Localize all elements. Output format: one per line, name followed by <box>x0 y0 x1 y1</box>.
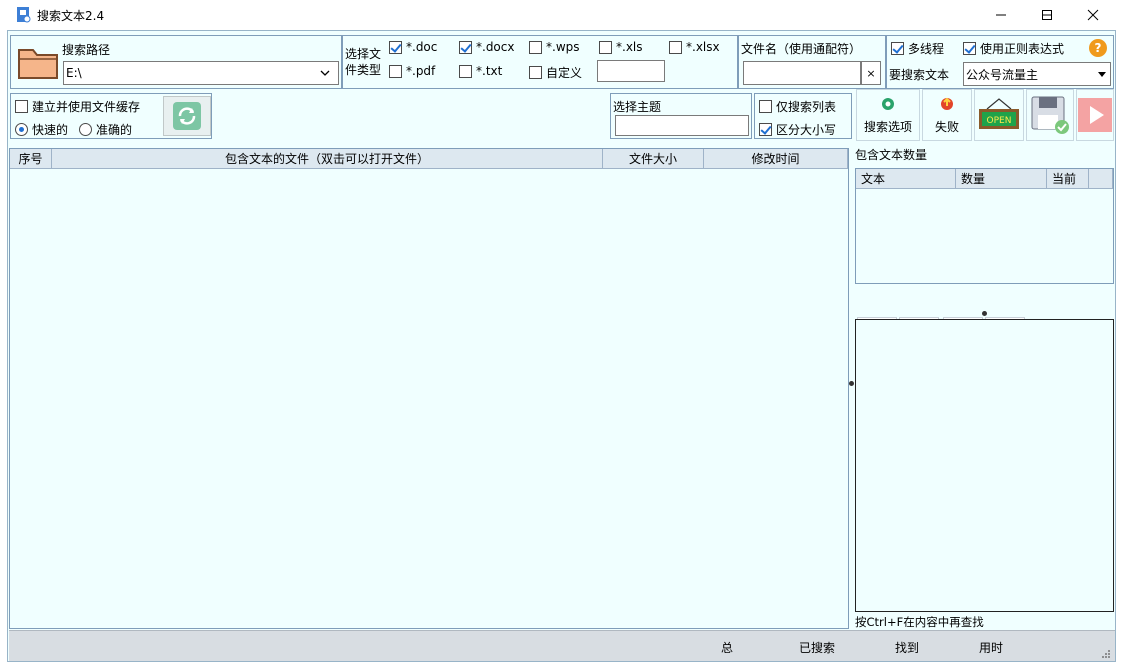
count-header-filler <box>1089 169 1113 189</box>
theme-input[interactable] <box>615 115 749 136</box>
fast-option[interactable]: 快速的 <box>15 121 68 138</box>
close-button[interactable] <box>1070 0 1116 30</box>
path-panel: 搜索路径 E:\ <box>10 35 342 89</box>
refresh-icon <box>173 102 201 130</box>
column-header-modified[interactable]: 修改时间 <box>704 149 848 169</box>
find-hint: 按Ctrl+F在内容中再查找 <box>855 615 984 629</box>
search-options-button[interactable]: 搜索选项 <box>856 89 920 141</box>
status-total: 总 <box>721 641 734 655</box>
count-panel-title: 包含文本数量 <box>855 148 928 162</box>
xls-checkbox[interactable] <box>599 40 612 54</box>
filename-input[interactable] <box>743 61 861 85</box>
count-table[interactable]: 文本 数量 当前 <box>855 168 1114 284</box>
column-header-file[interactable]: 包含文本的文件（双击可以打开文件） <box>52 149 603 169</box>
filetype-label: 选择文件类型 <box>345 47 382 77</box>
play-icon <box>1078 98 1112 132</box>
save-button[interactable] <box>1026 89 1074 141</box>
help-icon[interactable]: ? <box>1089 39 1107 57</box>
search-text-label: 要搜索文本 <box>889 68 950 82</box>
regex-checkbox[interactable] <box>963 42 976 55</box>
search-list-panel: 仅搜索列表 区分大小写 <box>754 93 852 139</box>
accurate-option[interactable]: 准确的 <box>79 121 132 138</box>
resize-grip-icon <box>1102 650 1110 658</box>
path-label: 搜索路径 <box>62 43 111 57</box>
filename-label: 文件名（使用通配符） <box>741 42 862 56</box>
docx-checkbox[interactable] <box>459 40 472 54</box>
case-checkbox[interactable] <box>759 123 772 136</box>
refresh-button[interactable] <box>163 96 211 136</box>
chevron-down-icon <box>320 70 330 76</box>
filetype-xls[interactable]: *.xls <box>599 40 643 54</box>
theme-panel: 选择主题 <box>610 93 752 139</box>
filetype-docx[interactable]: *.docx <box>459 40 514 54</box>
only-list-option[interactable]: 仅搜索列表 <box>759 98 836 115</box>
filetype-xlsx[interactable]: *.xlsx <box>669 40 720 54</box>
filetype-pdf[interactable]: *.pdf <box>389 64 435 78</box>
minimize-button-real[interactable] <box>978 0 1024 30</box>
filename-panel: 文件名（使用通配符） × <box>738 35 886 89</box>
count-header-text[interactable]: 文本 <box>856 169 956 189</box>
content-preview[interactable] <box>855 319 1114 612</box>
only-list-checkbox[interactable] <box>759 100 772 113</box>
count-header-number[interactable]: 数量 <box>956 169 1047 189</box>
folder-icon <box>18 49 58 79</box>
path-value: E:\ <box>66 66 82 80</box>
clear-filename-button[interactable]: × <box>861 61 881 85</box>
wps-checkbox[interactable] <box>529 40 542 54</box>
status-found: 找到 <box>895 641 920 655</box>
xlsx-checkbox[interactable] <box>669 40 682 54</box>
filetype-custom[interactable]: 自定义 <box>529 64 582 81</box>
filetype-txt[interactable]: *.txt <box>459 64 502 78</box>
filetype-panel: 选择文件类型 *.doc *.docx *.wps *.xls *.xlsx *… <box>342 35 738 89</box>
custom-checkbox[interactable] <box>529 66 542 79</box>
filetype-doc[interactable]: *.doc <box>389 40 437 54</box>
gear-icon <box>882 97 894 110</box>
save-icon <box>1031 96 1069 134</box>
splitter-handle[interactable] <box>849 381 854 386</box>
status-bar: 总 已搜索 找到 用时 <box>9 630 1115 661</box>
filetype-wps[interactable]: *.wps <box>529 40 580 54</box>
minimize-icon <box>996 14 1006 16</box>
custom-ext-input[interactable] <box>597 60 665 82</box>
cache-option[interactable]: 建立并使用文件缓存 <box>15 98 140 115</box>
regex-option[interactable]: 使用正则表达式 <box>963 40 1064 57</box>
fail-button[interactable]: 失败 <box>922 89 972 141</box>
case-option[interactable]: 区分大小写 <box>759 121 836 138</box>
pdf-checkbox[interactable] <box>389 64 402 78</box>
accurate-radio[interactable] <box>79 123 92 136</box>
cache-checkbox[interactable] <box>15 100 28 113</box>
close-icon <box>1087 9 1099 21</box>
search-text-combobox[interactable]: 公众号流量主 <box>963 62 1111 86</box>
cache-panel: 建立并使用文件缓存 快速的 准确的 <box>10 93 212 139</box>
maximize-button[interactable] <box>1024 0 1070 30</box>
fast-radio[interactable] <box>15 123 28 136</box>
options-panel: 多线程 使用正则表达式 ? 要搜索文本 公众号流量主 <box>886 35 1114 89</box>
open-button[interactable]: OPEN <box>974 89 1024 141</box>
search-text-value: 公众号流量主 <box>966 67 1039 82</box>
open-sign-icon: OPEN <box>979 98 1019 129</box>
maximize-icon <box>1042 10 1052 20</box>
open-sign-text: OPEN <box>987 116 1012 126</box>
results-table[interactable]: 序号 包含文本的文件（双击可以打开文件） 文件大小 修改时间 <box>9 148 849 629</box>
start-search-button[interactable] <box>1076 89 1114 141</box>
column-header-index[interactable]: 序号 <box>10 149 52 169</box>
doc-checkbox[interactable] <box>389 40 402 54</box>
status-searched: 已搜索 <box>799 641 836 655</box>
column-header-size[interactable]: 文件大小 <box>603 149 704 169</box>
app-icon <box>17 7 31 23</box>
multithread-checkbox[interactable] <box>891 42 904 55</box>
dropdown-arrow-icon <box>1098 72 1106 77</box>
path-combobox[interactable]: E:\ <box>63 61 339 85</box>
theme-label: 选择主题 <box>613 100 662 114</box>
multithread-option[interactable]: 多线程 <box>891 40 944 57</box>
status-time: 用时 <box>979 641 1004 655</box>
folder-button[interactable] <box>17 42 61 82</box>
count-header-current[interactable]: 当前 <box>1047 169 1089 189</box>
window-title: 搜索文本2.4 <box>37 9 105 23</box>
vertical-splitter-handle[interactable] <box>982 311 987 316</box>
title-bar: 搜索文本2.4 <box>0 0 1124 30</box>
alert-icon <box>941 97 953 110</box>
txt-checkbox[interactable] <box>459 64 472 78</box>
main-window: 搜索路径 E:\ 选择文件类型 *.doc *.docx *.wps *.xls… <box>7 30 1116 662</box>
